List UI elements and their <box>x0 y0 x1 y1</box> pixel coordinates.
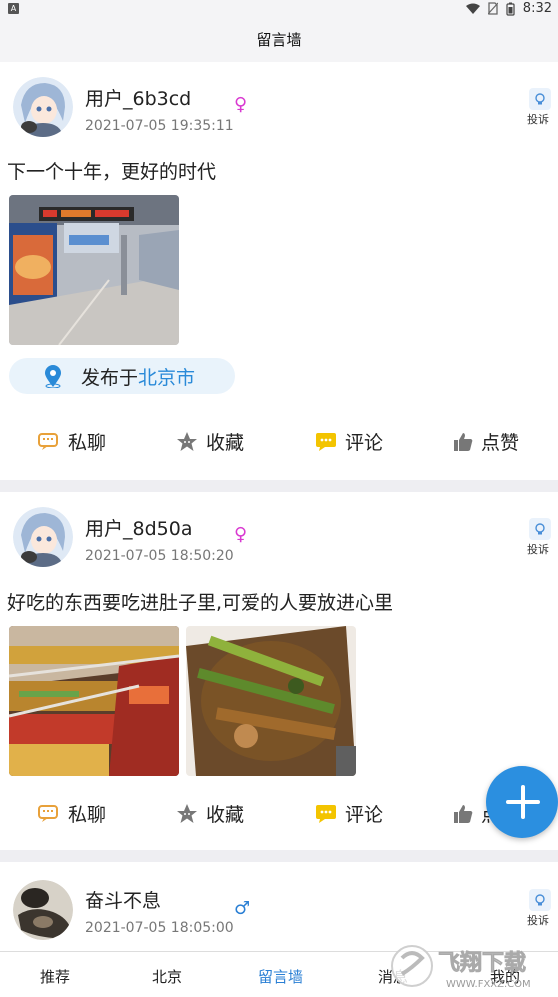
post-datetime: 2021-07-05 19:35:11 <box>85 118 234 134</box>
post-photo[interactable] <box>186 626 356 776</box>
location-tag[interactable]: 发布于 北京市 <box>9 358 235 394</box>
tab-beijing[interactable]: 北京 <box>152 966 182 987</box>
post-content: 下一个十年，更好的时代 <box>7 161 217 183</box>
thumbs-up-icon <box>453 432 473 452</box>
female-icon: ♀ <box>234 94 248 115</box>
battery-icon <box>506 2 515 16</box>
favorite-label: 收藏 <box>206 804 245 826</box>
comment-button[interactable]: 评论 <box>315 428 383 455</box>
page-title: 留言墙 <box>0 18 558 62</box>
bulb-icon <box>529 518 551 540</box>
post-card: 用户_8d50a 2021-07-05 18:50:20 ♀ 投诉 好吃的东西要… <box>0 492 558 850</box>
post-photo[interactable] <box>9 195 179 345</box>
avatar[interactable] <box>13 507 73 567</box>
chat-icon <box>38 432 60 451</box>
comment-label: 评论 <box>345 432 384 454</box>
add-post-button[interactable] <box>486 766 558 838</box>
username[interactable]: 用户_6b3cd <box>85 84 191 111</box>
post-photo[interactable] <box>9 626 179 776</box>
username[interactable]: 奋斗不息 <box>85 886 161 913</box>
bulb-icon <box>529 88 551 110</box>
post-card: 用户_6b3cd 2021-07-05 19:35:11 ♀ 投诉 下一个十年，… <box>0 62 558 480</box>
post-actions: 私聊 收藏 评论 点 <box>0 800 558 830</box>
comment-label: 评论 <box>345 804 384 826</box>
comment-button[interactable]: 评论 <box>315 800 383 827</box>
favorite-button[interactable]: 收藏 <box>176 800 244 827</box>
report-button[interactable]: 投诉 <box>527 889 552 928</box>
like-label: 点赞 <box>481 432 520 454</box>
report-button[interactable]: 投诉 <box>527 518 552 557</box>
tab-messages[interactable]: 消息 <box>378 966 408 987</box>
bulb-icon <box>529 889 551 911</box>
tab-mine[interactable]: 我的 <box>490 966 520 987</box>
no-sim-icon <box>487 2 498 15</box>
notification-icon: A <box>8 3 19 14</box>
location-city: 北京市 <box>138 366 196 389</box>
post-datetime: 2021-07-05 18:50:20 <box>85 548 234 564</box>
username[interactable]: 用户_8d50a <box>85 514 192 541</box>
comment-icon <box>315 432 337 452</box>
message-button[interactable]: 私聊 <box>38 800 106 827</box>
thumbs-up-icon <box>453 804 473 824</box>
clock: 8:32 <box>522 1 552 16</box>
report-label: 投诉 <box>527 914 549 927</box>
post-datetime: 2021-07-05 18:05:00 <box>85 920 234 936</box>
chat-icon <box>38 804 60 823</box>
avatar[interactable] <box>13 77 73 137</box>
post-content: 好吃的东西要吃进肚子里,可爱的人要放进心里 <box>7 592 394 614</box>
message-button[interactable]: 私聊 <box>38 428 106 455</box>
report-label: 投诉 <box>527 543 549 556</box>
status-bar: A 8:32 <box>0 0 558 18</box>
bottom-tab-bar: 推荐 北京 留言墙 消息 我的 <box>0 951 558 997</box>
favorite-button[interactable]: 收藏 <box>176 428 244 455</box>
avatar[interactable] <box>13 880 73 940</box>
location-prefix: 发布于 <box>81 366 139 389</box>
tab-message-wall[interactable]: 留言墙 <box>258 966 303 987</box>
star-icon <box>176 803 198 825</box>
star-icon <box>176 431 198 453</box>
report-button[interactable]: 投诉 <box>527 88 552 127</box>
like-button[interactable]: 点赞 <box>453 428 519 455</box>
male-icon: ♂ <box>234 898 251 919</box>
post-actions: 私聊 收藏 评论 点赞 <box>0 428 558 458</box>
message-label: 私聊 <box>68 432 107 454</box>
post-card: 奋斗不息 2021-07-05 18:05:00 ♂ 投诉 <box>0 862 558 951</box>
report-label: 投诉 <box>527 113 549 126</box>
wifi-icon <box>465 3 480 14</box>
location-pin-icon <box>45 365 61 388</box>
tab-recommend[interactable]: 推荐 <box>40 966 70 987</box>
status-icons: 8:32 <box>465 1 552 16</box>
comment-icon <box>315 804 337 824</box>
favorite-label: 收藏 <box>206 432 245 454</box>
female-icon: ♀ <box>234 524 248 545</box>
message-label: 私聊 <box>68 804 107 826</box>
